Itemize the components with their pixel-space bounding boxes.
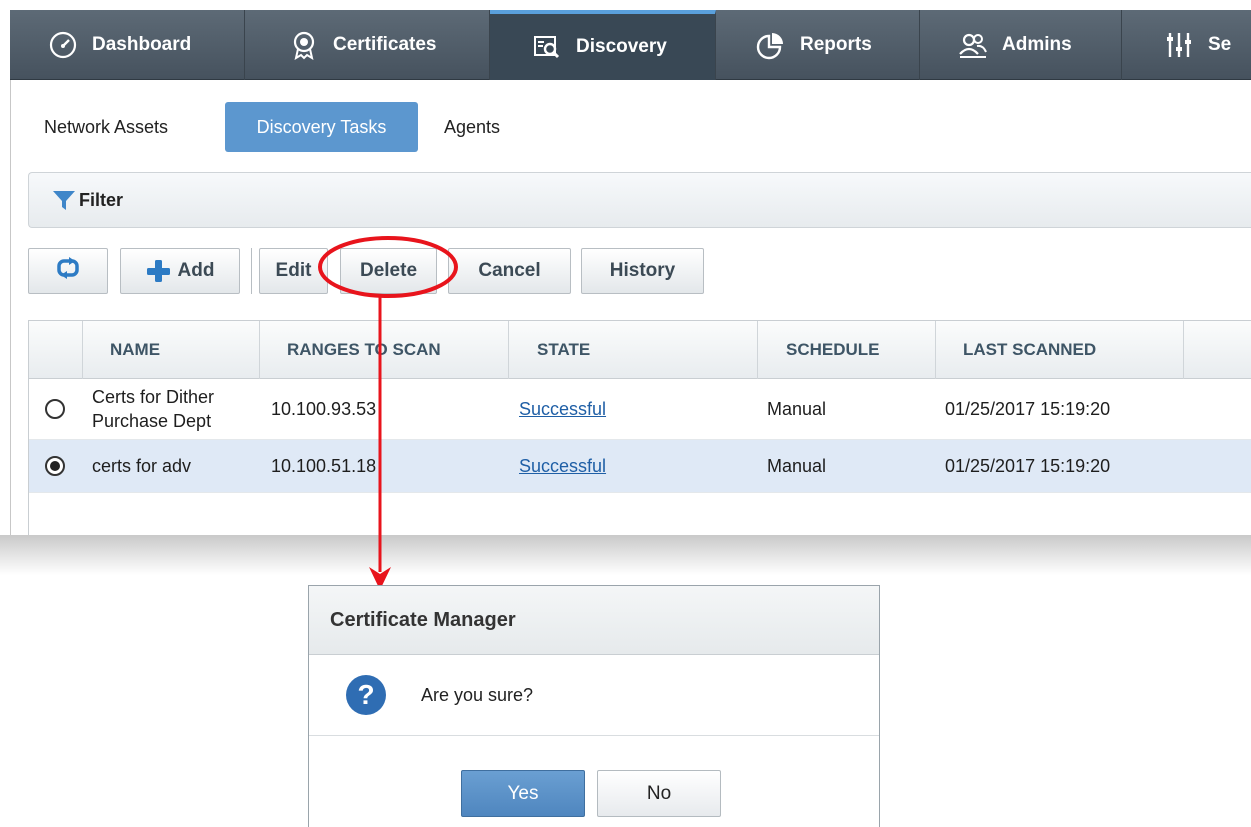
funnel-icon bbox=[51, 187, 77, 213]
radio-selected[interactable] bbox=[45, 456, 65, 476]
question-icon: ? bbox=[345, 674, 387, 716]
nav-tab-label: Certificates bbox=[333, 34, 437, 55]
svg-text:?: ? bbox=[357, 679, 374, 710]
nav-tab-label: Admins bbox=[1002, 34, 1072, 55]
admins-users-icon bbox=[958, 30, 988, 60]
dialog-message: Are you sure? bbox=[421, 684, 534, 705]
history-button[interactable]: History bbox=[581, 248, 704, 294]
cell-name-line1: Certs for Dither bbox=[92, 387, 215, 407]
nav-tab-settings[interactable]: Se bbox=[1122, 10, 1251, 80]
discovery-icon bbox=[532, 32, 562, 62]
cell-state-link[interactable]: Successful bbox=[519, 379, 606, 439]
radio-dot bbox=[50, 461, 60, 471]
nav-tab-admins[interactable]: Admins bbox=[920, 10, 1122, 80]
delete-button[interactable]: Delete bbox=[340, 248, 437, 294]
cell-last-scanned: 01/25/2017 15:19:20 bbox=[945, 455, 1111, 476]
add-button[interactable]: Add bbox=[120, 248, 240, 294]
settings-sliders-icon bbox=[1164, 30, 1194, 60]
nav-tab-discovery[interactable]: Discovery bbox=[490, 10, 716, 80]
nav-tab-reports[interactable]: Reports bbox=[716, 10, 920, 80]
table-row-selected[interactable]: certs for adv 10.100.51.18 Successful Ma… bbox=[29, 439, 1251, 493]
cell-name-line2: Purchase Dept bbox=[92, 411, 212, 431]
discovery-tasks-table: NAME RANGES TO SCAN STATE SCHEDULE LAST … bbox=[28, 320, 1251, 535]
toolbar-separator bbox=[251, 248, 252, 294]
add-label: Add bbox=[177, 260, 215, 281]
filter-label: Filter bbox=[79, 189, 124, 210]
torn-edge-shadow bbox=[0, 535, 1251, 575]
subtab-discovery-tasks[interactable]: Discovery Tasks bbox=[225, 102, 418, 152]
table-row[interactable]: Certs for Dither Purchase Dept 10.100.93.… bbox=[29, 379, 1251, 439]
cell-schedule: Manual bbox=[767, 398, 827, 419]
cell-schedule: Manual bbox=[767, 455, 827, 476]
filter-bar[interactable]: Filter bbox=[28, 172, 1251, 228]
radio-unselected[interactable] bbox=[45, 399, 65, 419]
top-navigation: Dashboard Certificates Discovery Reports… bbox=[10, 10, 1251, 80]
column-header-schedule[interactable]: SCHEDULE bbox=[758, 321, 936, 379]
cell-state-link[interactable]: Successful bbox=[519, 440, 606, 492]
cell-ranges: 10.100.93.53 bbox=[271, 398, 377, 419]
cell-ranges: 10.100.51.18 bbox=[271, 455, 377, 476]
nav-tab-label: Reports bbox=[800, 34, 872, 55]
dialog-title: Certificate Manager bbox=[309, 586, 879, 655]
nav-tab-label: Dashboard bbox=[92, 34, 192, 55]
nav-tab-label: Se bbox=[1208, 34, 1232, 55]
cell-name: certs for adv bbox=[92, 456, 192, 476]
column-header-extra bbox=[1184, 321, 1251, 379]
subtab-agents[interactable]: Agents bbox=[444, 102, 500, 152]
confirm-dialog: Certificate Manager ? Are you sure? Yes … bbox=[308, 585, 880, 827]
no-button[interactable]: No bbox=[597, 770, 721, 817]
dialog-footer: Yes No bbox=[309, 735, 879, 827]
edit-button[interactable]: Edit bbox=[259, 248, 328, 294]
plus-icon bbox=[146, 259, 170, 283]
reports-pie-icon bbox=[756, 30, 786, 60]
row-radio[interactable] bbox=[45, 440, 73, 492]
dialog-body: ? Are you sure? bbox=[309, 655, 879, 735]
cell-name: Certs for Dither Purchase Dept bbox=[92, 379, 260, 439]
nav-tab-label: Discovery bbox=[576, 36, 667, 57]
refresh-icon bbox=[55, 256, 81, 286]
column-header-last-scanned[interactable]: LAST SCANNED bbox=[936, 321, 1184, 379]
row-radio[interactable] bbox=[45, 379, 73, 439]
column-header-name[interactable]: NAME bbox=[83, 321, 260, 379]
column-header-select bbox=[29, 321, 83, 379]
table-header: NAME RANGES TO SCAN STATE SCHEDULE LAST … bbox=[29, 321, 1251, 379]
certificate-badge-icon bbox=[289, 30, 319, 60]
column-header-ranges[interactable]: RANGES TO SCAN bbox=[260, 321, 509, 379]
nav-tab-dashboard[interactable]: Dashboard bbox=[10, 10, 245, 80]
nav-tab-certificates[interactable]: Certificates bbox=[245, 10, 490, 80]
subtab-network-assets[interactable]: Network Assets bbox=[44, 102, 168, 152]
cell-last-scanned: 01/25/2017 15:19:20 bbox=[945, 398, 1111, 419]
refresh-button[interactable] bbox=[28, 248, 108, 294]
column-header-state[interactable]: STATE bbox=[509, 321, 758, 379]
cancel-button[interactable]: Cancel bbox=[448, 248, 571, 294]
dashboard-gauge-icon bbox=[48, 30, 78, 60]
yes-button[interactable]: Yes bbox=[461, 770, 585, 817]
